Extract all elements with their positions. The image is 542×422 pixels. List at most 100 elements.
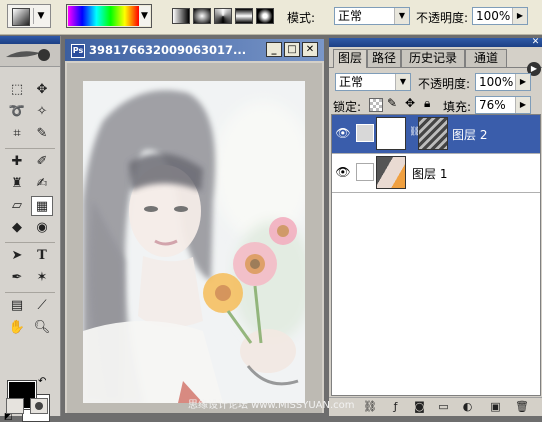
- layer-name: 图层 1: [412, 167, 448, 181]
- lock-label: 锁定:: [333, 100, 362, 114]
- options-bar: ▼ ▼ 模式: 正常 ▼ 不透明度: 100% ▶: [0, 0, 542, 35]
- gradient-preview: [68, 6, 139, 26]
- fill-value: 76%: [479, 98, 506, 112]
- close-button[interactable]: ✕: [302, 42, 318, 57]
- layer-row-1[interactable]: 👁︎ 图层 1: [332, 154, 540, 193]
- portrait-photo: [83, 81, 305, 403]
- fill-label: 填充:: [443, 100, 472, 114]
- maximize-button[interactable]: □: [284, 42, 300, 57]
- lock-pixels-icon[interactable]: ✎: [387, 96, 397, 110]
- slice-tool-icon[interactable]: ✎: [31, 124, 53, 144]
- toolbox-brand[interactable]: [0, 44, 60, 67]
- gradient-tool-icon: [12, 8, 30, 26]
- lock-all-icon[interactable]: 🔒︎: [424, 96, 430, 111]
- swap-colors-icon[interactable]: ↶: [38, 376, 46, 387]
- lock-position-icon[interactable]: ✥: [405, 96, 415, 110]
- tool-separator: [5, 148, 55, 149]
- radial-gradient-button[interactable]: [193, 8, 211, 24]
- shape-tool-icon[interactable]: ✶: [31, 268, 53, 288]
- layer-link-icon[interactable]: [356, 163, 374, 181]
- layer-row-2[interactable]: 👁︎ ⛓ 图层 2: [332, 115, 540, 154]
- close-icon[interactable]: ✕: [531, 38, 540, 47]
- layer-style-icon[interactable]: ƒ: [389, 400, 402, 413]
- layer-mask-link-icon[interactable]: [356, 124, 374, 142]
- type-tool-icon[interactable]: T: [31, 246, 53, 266]
- tool-separator: [5, 242, 55, 243]
- blur-tool-icon[interactable]: ◆: [6, 218, 28, 238]
- brush-tool-icon[interactable]: ✐: [31, 152, 53, 172]
- magic-wand-icon[interactable]: ✧: [31, 102, 53, 122]
- clone-stamp-icon[interactable]: ♜: [6, 174, 28, 194]
- chevron-down-icon: ▼: [139, 6, 150, 26]
- gradient-picker[interactable]: ▼: [66, 4, 152, 28]
- toolbox: ⬚ ✥ ➰ ✧ ⌗ ✎ ✚ ✐ ♜ ✍ ▱ ▦ ◆ ◉ ➤ T ✒ ✶ ▤ ⟋ …: [0, 36, 61, 422]
- opacity-value: 100%: [476, 9, 511, 23]
- adjustment-layer-icon[interactable]: ◐: [461, 400, 474, 413]
- quick-mask-icon[interactable]: [30, 398, 48, 414]
- layer-link-icon[interactable]: ⛓: [363, 400, 377, 413]
- layers-panel: ✕ 图层 路径 历史记录 通道 ▶ 正常 ▼ 不透明度: 100% ▶ 锁定: …: [328, 38, 542, 416]
- watermark-text: 思缘设计论坛 www.MISSYUAN.com: [188, 400, 355, 411]
- history-brush-icon[interactable]: ✍: [31, 174, 53, 194]
- blend-mode-value: 正常: [339, 75, 364, 89]
- opacity-input[interactable]: 100% ▶: [472, 7, 528, 25]
- lock-transparency-icon[interactable]: [369, 98, 383, 112]
- linear-gradient-button[interactable]: [172, 8, 190, 24]
- layers-bottom-bar: ⛓ ƒ ◙ ▭ ◐ ▣ 🗑︎: [329, 397, 542, 416]
- layer-thumbnail: [376, 156, 406, 189]
- chevron-right-icon: ▶: [515, 97, 530, 113]
- tab-paths[interactable]: 路径: [367, 49, 401, 67]
- layer-mask-thumbnail: [418, 117, 448, 150]
- chevron-right-icon: ▶: [512, 8, 527, 24]
- blend-mode-select[interactable]: 正常 ▼: [335, 73, 411, 91]
- path-select-icon[interactable]: ➤: [6, 246, 28, 266]
- trash-icon[interactable]: 🗑︎: [515, 400, 529, 413]
- dodge-tool-icon[interactable]: ◉: [31, 218, 53, 238]
- fill-input[interactable]: 76% ▶: [475, 96, 531, 114]
- chevron-down-icon: ▼: [395, 74, 410, 90]
- layer-name: 图层 2: [452, 128, 488, 142]
- healing-brush-icon[interactable]: ✚: [6, 152, 28, 172]
- chevron-right-icon: ▶: [515, 74, 530, 90]
- zoom-tool-icon[interactable]: 🔍︎: [31, 318, 53, 338]
- layers-list: 👁︎ ⛓ 图层 2 👁︎ 图层 1: [331, 114, 541, 396]
- notes-tool-icon[interactable]: ▤: [6, 296, 28, 316]
- document-titlebar[interactable]: Ps 398176632009063017... _ □ ✕: [65, 39, 324, 61]
- eyedropper-icon[interactable]: ⟋: [31, 296, 53, 316]
- document-title: 398176632009063017...: [89, 43, 247, 57]
- layer-opacity-label: 不透明度:: [418, 77, 471, 91]
- chevron-down-icon: ▼: [33, 8, 48, 24]
- crop-tool-icon[interactable]: ⌗: [6, 124, 28, 144]
- marquee-tool-icon[interactable]: ⬚: [6, 80, 28, 100]
- layer-opacity-value: 100%: [479, 75, 514, 89]
- tab-layers[interactable]: 图层: [333, 49, 367, 68]
- photo-canvas[interactable]: [83, 81, 305, 403]
- eye-icon[interactable]: 👁︎: [334, 124, 352, 142]
- panel-tabs: 图层 路径 历史记录 通道 ▶: [329, 49, 542, 76]
- toolbox-titlebar: [0, 36, 60, 44]
- reflected-gradient-button[interactable]: [235, 8, 253, 24]
- tool-preset-picker[interactable]: ▼: [7, 4, 51, 28]
- tab-channels[interactable]: 通道: [465, 49, 507, 67]
- panel-titlebar[interactable]: ✕: [329, 38, 542, 47]
- hand-tool-icon[interactable]: ✋: [6, 318, 28, 338]
- gradient-tool-icon[interactable]: ▦: [31, 196, 53, 216]
- pen-tool-icon[interactable]: ✒: [6, 268, 28, 288]
- new-layer-icon[interactable]: ▣: [489, 400, 502, 413]
- chevron-down-icon: ▼: [394, 8, 409, 24]
- canvas-area[interactable]: [67, 63, 322, 413]
- add-mask-icon[interactable]: ◙: [413, 400, 426, 413]
- eraser-tool-icon[interactable]: ▱: [6, 196, 28, 216]
- new-group-icon[interactable]: ▭: [437, 400, 450, 413]
- eye-icon[interactable]: 👁︎: [334, 163, 352, 181]
- diamond-gradient-button[interactable]: [256, 8, 274, 24]
- lasso-tool-icon[interactable]: ➰: [6, 102, 28, 122]
- move-tool-icon[interactable]: ✥: [31, 80, 53, 100]
- standard-mode-icon[interactable]: [6, 398, 24, 414]
- mode-select[interactable]: 正常 ▼: [334, 7, 410, 25]
- minimize-button[interactable]: _: [266, 42, 282, 57]
- layer-opacity-input[interactable]: 100% ▶: [475, 73, 531, 91]
- tab-history[interactable]: 历史记录: [401, 49, 465, 67]
- angle-gradient-button[interactable]: [214, 8, 232, 24]
- tool-separator: [5, 292, 55, 293]
